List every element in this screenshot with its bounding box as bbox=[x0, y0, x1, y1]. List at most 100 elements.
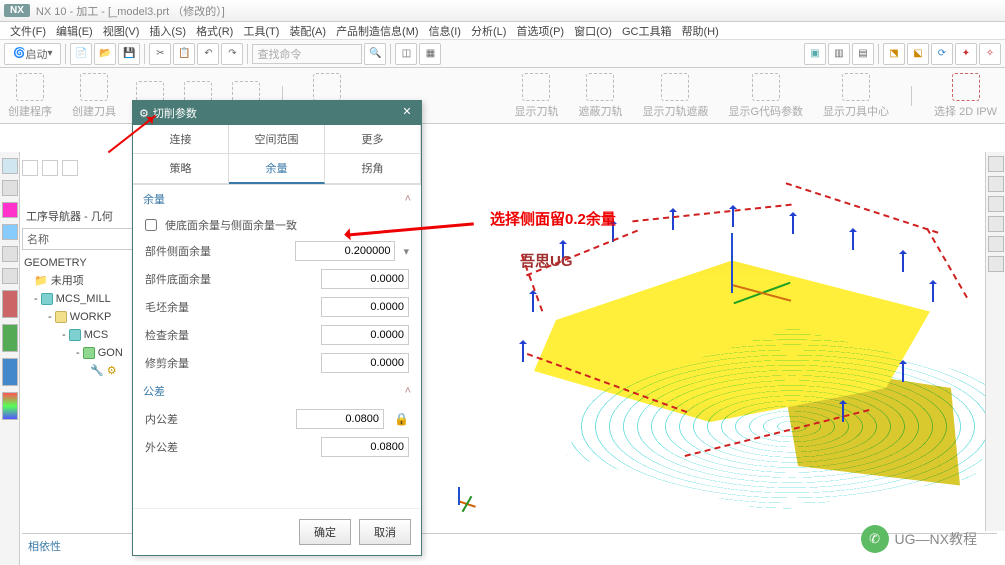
menu-format[interactable]: 格式(R) bbox=[192, 23, 237, 39]
tree-gon[interactable]: - GON bbox=[24, 344, 140, 362]
outtol-input[interactable] bbox=[321, 437, 409, 457]
menu-help[interactable]: 帮助(H) bbox=[677, 23, 722, 39]
lb-4[interactable] bbox=[2, 224, 18, 240]
lb-6[interactable] bbox=[2, 268, 18, 284]
command-search[interactable]: 查找命令 bbox=[252, 44, 362, 64]
tb-g[interactable]: ⟳ bbox=[931, 43, 953, 65]
rb-2[interactable] bbox=[988, 176, 1004, 192]
lb-5[interactable] bbox=[2, 246, 18, 262]
tree-mcs-mill[interactable]: - MCS_MILL bbox=[24, 290, 140, 308]
tb-d[interactable]: ▤ bbox=[852, 43, 874, 65]
undo-icon[interactable]: ↶ bbox=[197, 43, 219, 65]
rb-6[interactable] bbox=[988, 256, 1004, 272]
dialog-titlebar[interactable]: ⚙切削参数 ✕ bbox=[133, 101, 421, 125]
app-logo: NX bbox=[4, 4, 30, 17]
trim-stock-input[interactable] bbox=[321, 353, 409, 373]
rb-3[interactable] bbox=[988, 196, 1004, 212]
lb-2[interactable] bbox=[2, 180, 18, 196]
tree-workpiece[interactable]: - WORKP bbox=[24, 308, 140, 326]
lb-8[interactable] bbox=[2, 324, 18, 352]
window-title: NX 10 - 加工 - [_model3.prt （修改的）] bbox=[36, 3, 225, 19]
lb-nav-icon[interactable] bbox=[2, 158, 18, 174]
tree-unused[interactable]: 📁 未用项 bbox=[24, 272, 140, 290]
tree-leaf[interactable]: 🔧 ⚙ bbox=[24, 362, 140, 380]
open-icon[interactable]: 📂 bbox=[94, 43, 116, 65]
outtol-label: 外公差 bbox=[145, 439, 313, 455]
check-stock-input[interactable] bbox=[321, 325, 409, 345]
menu-gctool[interactable]: GC工具箱 bbox=[618, 23, 676, 39]
cut-icon[interactable]: ✂ bbox=[149, 43, 171, 65]
lock-icon[interactable]: 🔒 bbox=[394, 412, 409, 426]
intol-label: 内公差 bbox=[145, 411, 288, 427]
new-icon[interactable]: 📄 bbox=[70, 43, 92, 65]
nav-tree[interactable]: GEOMETRY 📁 未用项 - MCS_MILL - WORKP - MCS … bbox=[22, 250, 142, 384]
tree-mcs[interactable]: - MCS bbox=[24, 326, 140, 344]
dropdown-icon[interactable]: ▾ bbox=[403, 245, 409, 258]
st-2[interactable] bbox=[42, 160, 58, 176]
tb-a[interactable]: ◫ bbox=[395, 43, 417, 65]
rb-1[interactable] bbox=[988, 156, 1004, 172]
rb-4[interactable] bbox=[988, 216, 1004, 232]
copy-icon[interactable]: 📋 bbox=[173, 43, 195, 65]
tab-strategy[interactable]: 策略 bbox=[133, 154, 229, 184]
menu-window[interactable]: 窗口(O) bbox=[570, 23, 616, 39]
tb-c[interactable]: ▥ bbox=[828, 43, 850, 65]
st-1[interactable] bbox=[22, 160, 38, 176]
close-icon[interactable]: ✕ bbox=[399, 105, 415, 121]
blank-stock-input[interactable] bbox=[321, 297, 409, 317]
cancel-button[interactable]: 取消 bbox=[359, 519, 411, 545]
rb-show-hide[interactable]: 显示刀轨遮蔽 bbox=[642, 73, 708, 119]
rb-show-g[interactable]: 显示G代码参数 bbox=[728, 73, 803, 119]
lb-7[interactable] bbox=[2, 290, 18, 318]
tb-e[interactable]: ⬔ bbox=[883, 43, 905, 65]
floor-stock-input[interactable] bbox=[321, 269, 409, 289]
rb-show-path[interactable]: 显示刀轨 bbox=[514, 73, 558, 119]
search-go-icon[interactable]: 🔍 bbox=[364, 43, 386, 65]
tb-f[interactable]: ⬕ bbox=[907, 43, 929, 65]
nav-col-name[interactable]: 名称 bbox=[22, 228, 142, 250]
menu-pmi[interactable]: 产品制造信息(M) bbox=[332, 23, 423, 39]
section-stock[interactable]: 余量˄ bbox=[133, 185, 421, 213]
rb-2d-ipw[interactable]: 选择 2D IPW bbox=[934, 73, 997, 119]
resource-bar bbox=[0, 152, 20, 565]
tab-connect[interactable]: 连接 bbox=[133, 125, 229, 154]
menu-file[interactable]: 文件(F) bbox=[6, 23, 50, 39]
rb-hide-path[interactable]: 遮蔽刀轨 bbox=[578, 73, 622, 119]
menu-analyze[interactable]: 分析(L) bbox=[467, 23, 510, 39]
tab-more[interactable]: 更多 bbox=[325, 125, 421, 154]
rb-5[interactable] bbox=[988, 236, 1004, 252]
ok-button[interactable]: 确定 bbox=[299, 519, 351, 545]
tree-root[interactable]: GEOMETRY bbox=[24, 254, 140, 272]
save-icon[interactable]: 💾 bbox=[118, 43, 140, 65]
same-stock-checkbox[interactable] bbox=[145, 219, 157, 231]
tab-stock[interactable]: 余量 bbox=[229, 154, 325, 184]
lb-3[interactable] bbox=[2, 202, 18, 218]
tb-h[interactable]: ✦ bbox=[955, 43, 977, 65]
side-stock-input[interactable] bbox=[295, 241, 395, 261]
menu-prefs[interactable]: 首选项(P) bbox=[512, 23, 568, 39]
menu-info[interactable]: 信息(I) bbox=[425, 23, 465, 39]
lb-10[interactable] bbox=[2, 392, 18, 420]
tab-corner[interactable]: 拐角 bbox=[325, 154, 421, 184]
rb-create-program[interactable]: 创建程序 bbox=[8, 73, 52, 119]
menu-view[interactable]: 视图(V) bbox=[99, 23, 144, 39]
menu-assembly[interactable]: 装配(A) bbox=[285, 23, 330, 39]
section-tolerance[interactable]: 公差˄ bbox=[133, 377, 421, 405]
redo-icon[interactable]: ↷ bbox=[221, 43, 243, 65]
nav-title: 工序导航器 - 几何 bbox=[22, 206, 142, 226]
menu-tools[interactable]: 工具(T) bbox=[239, 23, 283, 39]
cube-icon[interactable]: ▣ bbox=[804, 43, 826, 65]
tb-i[interactable]: ✧ bbox=[979, 43, 1001, 65]
tab-space[interactable]: 空间范围 bbox=[229, 125, 325, 154]
menu-insert[interactable]: 插入(S) bbox=[145, 23, 190, 39]
intol-input[interactable] bbox=[296, 409, 384, 429]
start-button[interactable]: 🌀 启动 ▾ bbox=[4, 43, 61, 65]
blank-stock-label: 毛坯余量 bbox=[145, 299, 313, 315]
rb-tool-center[interactable]: 显示刀具中心 bbox=[823, 73, 889, 119]
st-3[interactable] bbox=[62, 160, 78, 176]
lb-9[interactable] bbox=[2, 358, 18, 386]
tb-b[interactable]: ▦ bbox=[419, 43, 441, 65]
rb-create-tool[interactable]: 创建刀具 bbox=[72, 73, 116, 119]
wp-icon bbox=[55, 311, 67, 323]
menu-edit[interactable]: 编辑(E) bbox=[52, 23, 97, 39]
